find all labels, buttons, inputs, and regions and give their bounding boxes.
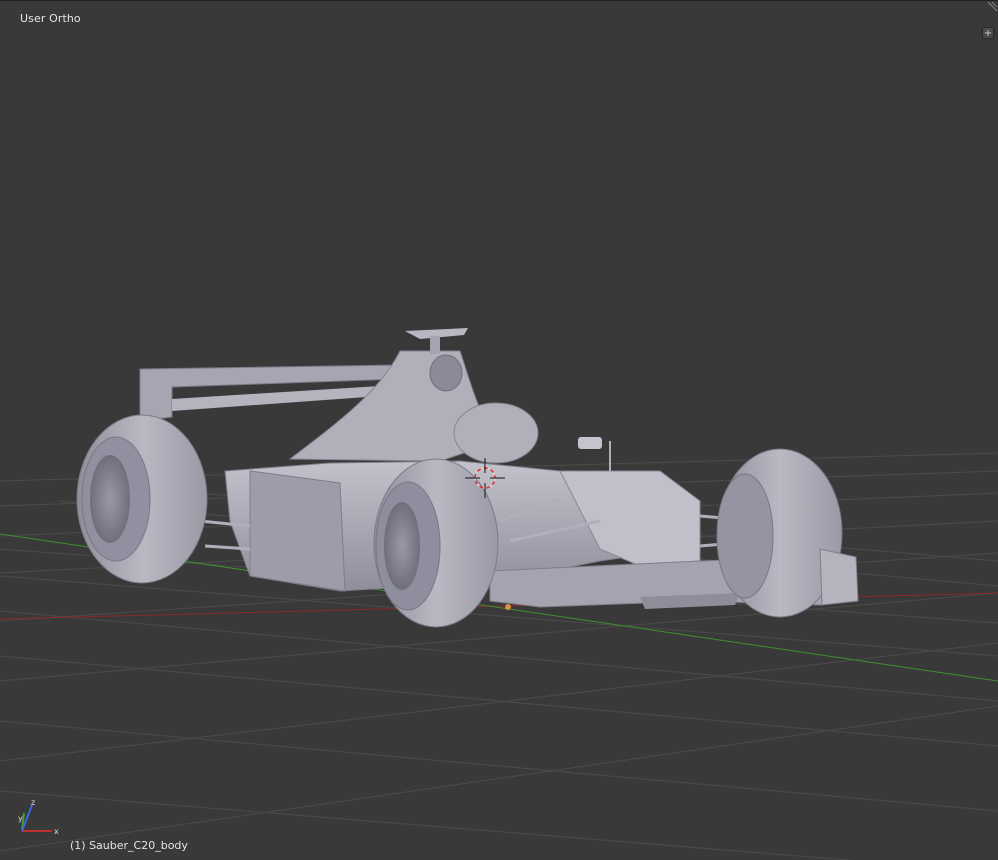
active-object-label: (1) Sauber_C20_body xyxy=(70,839,188,852)
object-origin xyxy=(505,604,511,610)
corner-split-icon[interactable] xyxy=(984,1,998,15)
3d-viewport[interactable]: User Ortho + x y z (1) Sauber_C20_body xyxy=(0,0,998,860)
axis-z-label: z xyxy=(31,798,35,807)
view-name-label: User Ortho xyxy=(20,12,81,25)
axis-x-label: x xyxy=(54,827,59,836)
plus-icon[interactable]: + xyxy=(982,27,994,39)
axis-y-label: y xyxy=(18,814,23,823)
axis-gizmo: x y z xyxy=(12,797,62,837)
viewport-scene[interactable] xyxy=(0,1,998,860)
